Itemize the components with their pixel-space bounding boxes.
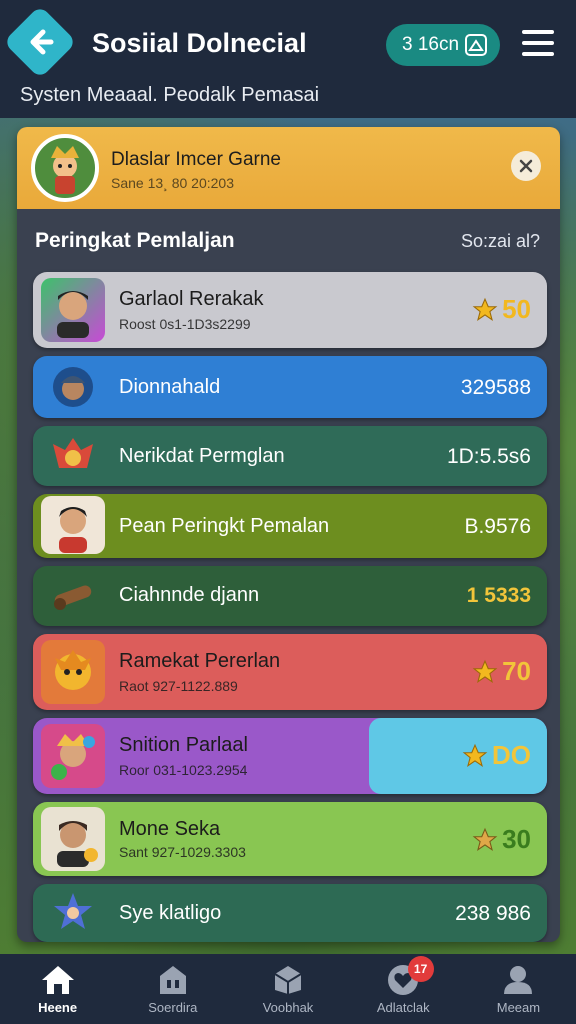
back-button[interactable] [3,5,77,79]
close-icon[interactable] [511,151,541,181]
player-avatar [41,566,105,626]
star-icon [472,827,498,851]
currency-value: 3 16cn [402,34,460,55]
hero-avatar [31,134,99,202]
player-score: DO [462,740,531,771]
leaderboard-row[interactable]: Dionnahald 329588 [33,356,547,418]
player-meta: Sant 927-1029.3303 [119,844,246,860]
leaderboard-row[interactable]: Mone Seka Sant 927-1029.3303 30 [33,802,547,876]
nav-item-inventory[interactable]: Voobhak [230,954,345,1024]
user-icon [504,966,533,994]
player-score: 1 5333 [466,584,531,607]
leaderboard-row[interactable]: Ciahnnde djann 1 5333 [33,566,547,626]
nav-item-profile[interactable]: Meeam [461,954,576,1024]
nav-item-home[interactable]: Heene [0,954,115,1024]
player-name: Mone Seka [119,818,221,840]
player-name: Ramekat Pererlan [119,650,281,672]
nav-label: Voobhak [262,1000,314,1015]
store-icon [159,966,186,994]
box-icon [274,966,302,994]
player-name: Nerikdat Permglan [119,445,285,467]
banner-title: Dlaslar Imcer Garne [111,149,281,170]
player-score: 238 986 [455,902,531,925]
leaderboard-row[interactable]: Sye klatligo 238 986 [33,884,547,942]
banner-subtitle: Sane 13¸ 80 20:203 [111,175,234,191]
header-subtitle: Systen Meaaal. Peodalk Pemasai [20,84,320,106]
player-name: Snition Parlaal [119,734,248,756]
home-icon [465,34,487,56]
player-avatar [41,496,105,554]
nav-label: Meeam [496,1000,541,1015]
app-title: Sosiial Dolnecial [92,28,307,58]
home-icon [41,966,74,994]
nav-label: Adlatclak [376,1000,430,1015]
leaderboard-meta: So:zai al? [460,231,540,251]
player-avatar [41,278,105,342]
leaderboard-panel: Dlaslar Imcer Garne Sane 13¸ 80 20:203 P… [17,127,560,942]
player-name: Pean Peringkt Pemalan [119,515,330,537]
player-score: 70 [472,656,531,687]
notification-badge: 17 [407,956,434,982]
player-name: Garlaol Rerakak [119,288,264,310]
star-icon [472,297,498,321]
arrow-left-icon [30,29,54,55]
player-meta: Roost 0s1-1D3s2299 [119,316,251,332]
star-icon [462,743,488,767]
leaderboard-list: Garlaol Rerakak Roost 0s1-1D3s2299 50 Di… [33,272,547,942]
player-avatar [41,356,105,418]
leaderboard-row[interactable]: Garlaol Rerakak Roost 0s1-1D3s2299 50 [33,272,547,348]
player-avatar [41,426,105,486]
star-icon [472,659,498,683]
leaderboard-row[interactable]: Ramekat Pererlan Raot 927-1122.889 70 [33,634,547,710]
nav-item-notifications[interactable]: 17 Adlatclak [346,954,461,1024]
leaderboard-row[interactable]: Snition Parlaal Roor 031-1023.2954 DO [33,718,547,794]
player-avatar [41,884,105,942]
player-avatar [41,807,105,871]
bottom-navigation: Heene Soerdira Voobhak 17 Adlatclak Meea… [0,954,576,1024]
player-score: 1D:5.5s6 [446,445,531,468]
player-score: B.9576 [464,515,531,538]
app-header: Sosiial Dolnecial 3 16cn Systen Meaaal. … [0,0,576,118]
player-name: Dionnahald [119,376,221,398]
nav-label: Heene [38,1000,78,1015]
player-score: 50 [472,294,531,325]
player-name: Ciahnnde djann [119,584,260,606]
player-meta: Raot 927-1122.889 [119,678,238,694]
player-score: 329588 [460,376,531,399]
nav-item-shop[interactable]: Soerdira [115,954,230,1024]
leaderboard-row[interactable]: Pean Peringkt Pemalan B.9576 [33,494,547,558]
game-banner: Dlaslar Imcer Garne Sane 13¸ 80 20:203 [17,127,560,209]
player-avatar [41,640,105,704]
nav-label: Soerdira [148,1000,198,1015]
leaderboard-title: Peringkat Pemlaljan [35,229,235,252]
player-score: 30 [472,824,531,855]
hamburger-menu-icon[interactable] [522,30,554,58]
player-avatar [41,724,105,788]
player-name: Sye klatligo [119,902,222,924]
leaderboard-row[interactable]: Nerikdat Permglan 1D:5.5s6 [33,426,547,486]
player-meta: Roor 031-1023.2954 [119,762,248,778]
currency-pill[interactable]: 3 16cn [386,24,500,66]
